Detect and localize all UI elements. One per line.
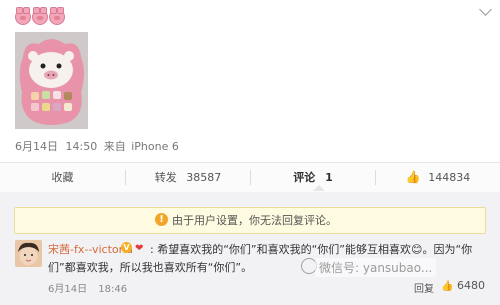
repost-button[interactable]: 转发 38587 bbox=[126, 163, 250, 192]
heart-icon: ❤ bbox=[135, 243, 144, 254]
comment-date: 6月14日 bbox=[48, 284, 88, 295]
comment-count: 1 bbox=[325, 171, 333, 184]
post-meta: 6月14日 14:50 来自 iPhone 6 bbox=[15, 138, 179, 154]
chevron-down-icon[interactable] bbox=[479, 3, 492, 16]
pig-emoji-icon bbox=[15, 7, 31, 25]
tab-pointer bbox=[313, 185, 325, 191]
watermark-text: 微信号: yansubao... bbox=[315, 258, 437, 277]
collect-label: 收藏 bbox=[51, 171, 74, 184]
post-photo[interactable] bbox=[15, 32, 88, 129]
thumbs-up-icon: 👍 bbox=[405, 170, 421, 184]
comment-time: 6月14日 18:46 bbox=[48, 280, 127, 295]
pig-emoji-icon bbox=[32, 7, 48, 25]
repost-label: 转发 bbox=[154, 171, 177, 184]
comment-label: 评论 bbox=[293, 171, 316, 184]
like-button[interactable]: 👍 144834 bbox=[376, 163, 500, 192]
comment-clock: 18:46 bbox=[98, 284, 128, 295]
action-bar: 收藏 转发 38587 评论 1 👍 144834 bbox=[0, 162, 500, 193]
warning-icon: ! bbox=[155, 213, 168, 226]
thumbs-up-icon: 👍 bbox=[441, 281, 454, 292]
collect-button[interactable]: 收藏 bbox=[0, 163, 125, 192]
like-count: 144834 bbox=[428, 171, 471, 184]
repost-count: 38587 bbox=[186, 171, 222, 184]
post-time: 14:50 bbox=[65, 140, 98, 153]
notice-text: 由于用户设置，你无法回复评论。 bbox=[172, 214, 337, 227]
pig-emoji-icon bbox=[49, 7, 65, 25]
post-source-prefix: 来自 bbox=[103, 140, 126, 153]
post-source-device[interactable]: iPhone 6 bbox=[131, 140, 179, 153]
avatar[interactable] bbox=[15, 240, 42, 267]
reply-restricted-notice: ! 由于用户设置，你无法回复评论。 bbox=[14, 207, 486, 234]
comment-like-button[interactable]: 👍 6480 bbox=[441, 279, 485, 292]
verified-badge-icon: V bbox=[121, 242, 132, 253]
post-date: 6月14日 bbox=[15, 140, 58, 153]
reply-button[interactable]: 回复 bbox=[414, 280, 434, 295]
comment-like-count: 6480 bbox=[456, 279, 485, 292]
